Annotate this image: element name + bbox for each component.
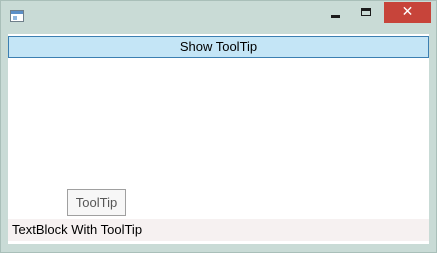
textblock-with-tooltip[interactable]: TextBlock With ToolTip — [8, 219, 429, 241]
close-button[interactable]: ✕ — [384, 2, 431, 23]
maximize-icon — [361, 8, 371, 16]
minimize-button[interactable] — [321, 2, 351, 24]
show-tooltip-button[interactable]: Show ToolTip — [8, 36, 429, 58]
tooltip-popup: ToolTip — [67, 189, 126, 216]
close-icon: ✕ — [401, 4, 414, 20]
title-bar[interactable]: ✕ — [1, 1, 436, 33]
application-window: ✕ Show ToolTip ToolTip TextBlock With To… — [0, 0, 437, 253]
app-window-icon[interactable] — [10, 10, 24, 22]
client-area: Show ToolTip ToolTip TextBlock With Tool… — [8, 34, 429, 244]
minimize-icon — [331, 15, 340, 18]
maximize-button[interactable] — [353, 2, 381, 24]
